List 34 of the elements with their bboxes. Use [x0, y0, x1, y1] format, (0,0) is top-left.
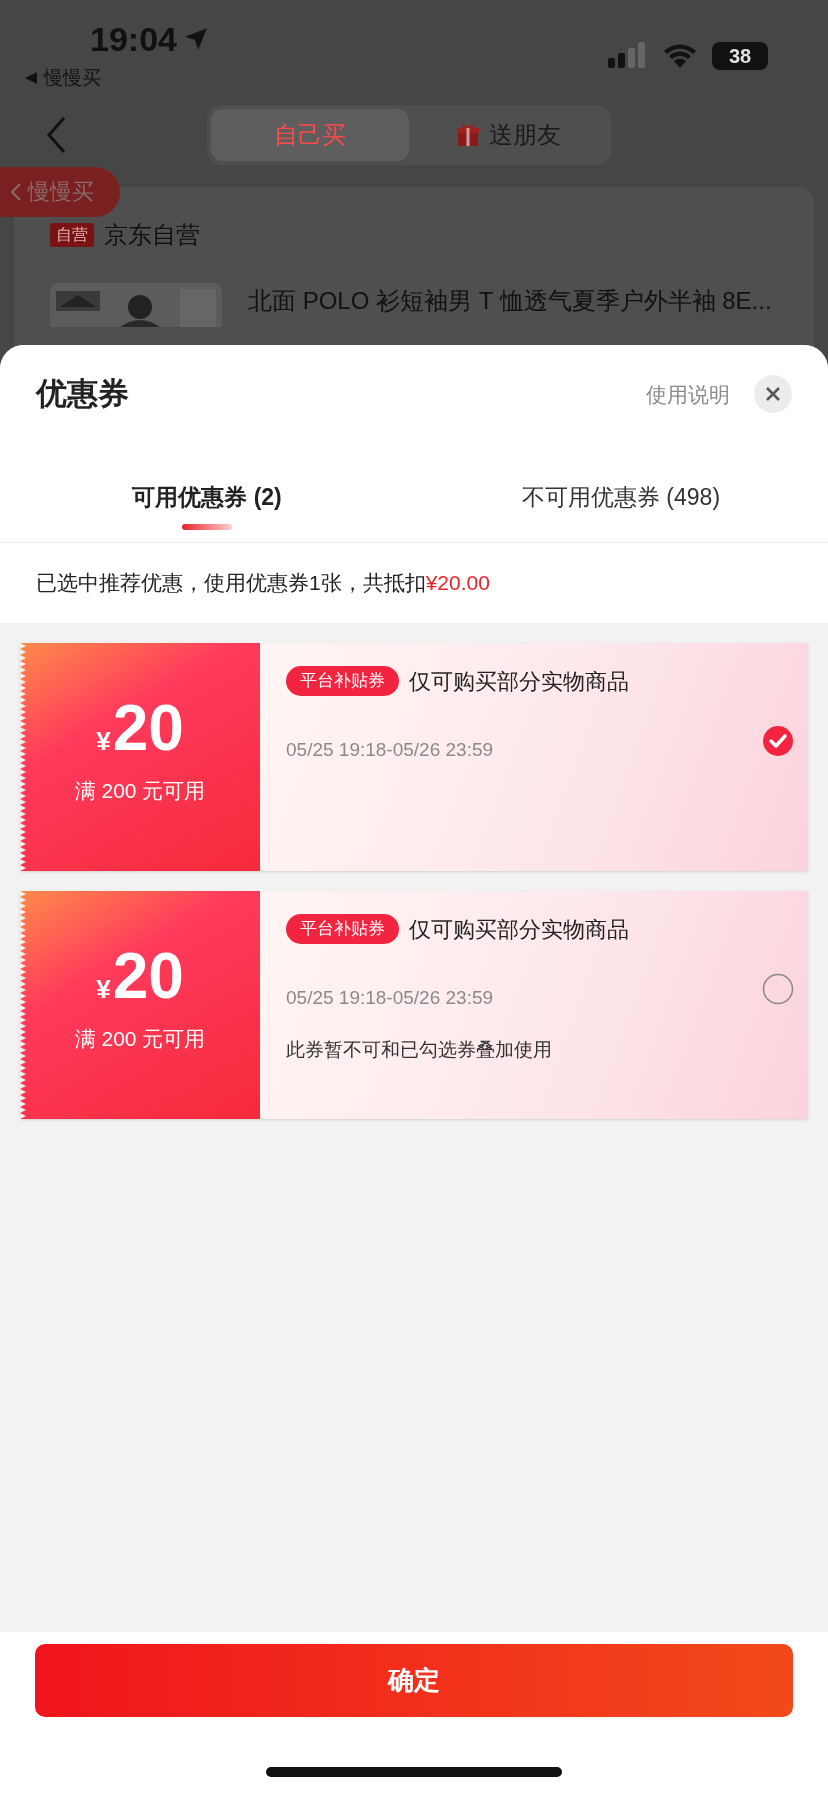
coupon-tab[interactable]: 可用优惠券 (2): [0, 473, 414, 542]
coupon-amount: 20: [112, 696, 184, 761]
coupon-condition: 满 200 元可用: [74, 778, 206, 805]
signal-icon: [608, 42, 648, 70]
coupon-condition: 满 200 元可用: [74, 1026, 206, 1053]
confirm-button[interactable]: 确定: [35, 1644, 793, 1717]
coupon-tab[interactable]: 不可用优惠券 (498): [414, 473, 828, 542]
coupon-tag: 平台补贴券: [286, 666, 399, 696]
help-link[interactable]: 使用说明: [646, 378, 730, 410]
coupon-tag: 平台补贴券: [286, 914, 399, 944]
currency-symbol: ¥: [96, 973, 111, 1007]
coupon-note: 此券暂不可和已勾选券叠加使用: [286, 1038, 553, 1062]
sheet-title: 优惠券: [36, 375, 129, 413]
chevron-left-icon: [10, 181, 22, 202]
discount-summary: 已选中推荐优惠，使用优惠券1张，共抵扣¥20.00: [36, 570, 490, 596]
close-icon: [765, 386, 781, 403]
currency-symbol: ¥: [96, 725, 111, 759]
coupon-scope: 仅可购买部分实物商品: [409, 915, 629, 944]
coupon-scope: 仅可购买部分实物商品: [409, 667, 629, 696]
shop-name: 京东自营: [104, 219, 200, 250]
checked-circle-icon[interactable]: [762, 724, 794, 757]
unchecked-circle-icon[interactable]: [762, 972, 794, 1005]
product-title: 北面 POLO 衫短袖男 T 恤透气夏季户外半袖 8E...: [248, 285, 772, 316]
coupon-validity: 05/25 19:18-05/26 23:59: [286, 985, 495, 1010]
coupon-card[interactable]: ¥20 满 200 元可用 平台补贴券 仅可购买部分实物商品 05/25 19:18-05/26 23:59: [20, 642, 808, 871]
battery-icon: 38: [712, 42, 768, 70]
back-triangle-icon[interactable]: [24, 71, 38, 86]
self-operated-badge: 自营: [50, 222, 94, 247]
coupon-validity: 05/25 19:18-05/26 23:59: [286, 737, 495, 762]
close-button[interactable]: [754, 375, 792, 414]
wifi-icon: [662, 43, 698, 69]
coupon-card[interactable]: ¥20 满 200 元可用 平台补贴券 仅可购买部分实物商品 05/25 19:18-05/26 23:59 此券暂不可和已勾选券叠加使用: [20, 890, 808, 1119]
coupon-amount: 20: [112, 944, 184, 1009]
floating-back-button[interactable]: 慢慢买: [0, 166, 120, 217]
